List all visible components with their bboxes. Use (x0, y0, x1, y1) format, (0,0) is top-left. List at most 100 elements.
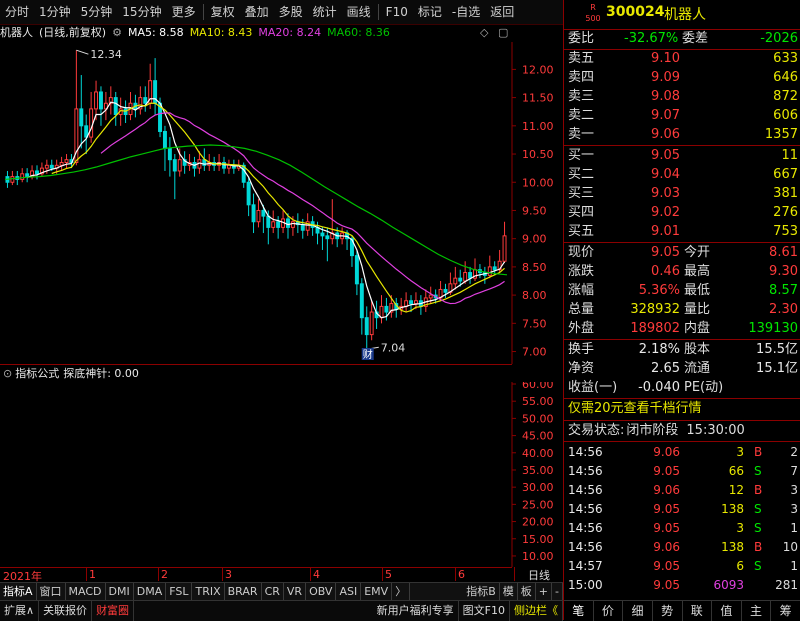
tick-count: 1 (790, 521, 798, 535)
quote-tab[interactable]: 值 (712, 601, 742, 621)
indicator-tick-label: 60.00 (522, 382, 554, 391)
quote-header: R 500 300024 机器人 (564, 0, 800, 28)
stat-value: 8.57 (769, 283, 798, 298)
chart-options-icon[interactable]: ◇ (480, 24, 488, 42)
candlestick-chart[interactable]: 12.00 11.50 11.00 10.50 10.00 9.50 9.00 8.50 8.0… (0, 42, 560, 364)
indicator-tick-label: 55.00 (522, 395, 554, 408)
multi-stock-button[interactable]: 多股 (274, 0, 308, 24)
candle-body (487, 266, 492, 276)
indicator-tab[interactable]: ASI (336, 583, 362, 600)
quote-tab[interactable]: 细 (623, 601, 653, 621)
ask-row[interactable]: 卖五 9.10 633 (564, 50, 800, 68)
indicator-tab[interactable]: DMI (106, 583, 134, 600)
f10-button[interactable]: F10 (381, 0, 413, 24)
bottom-right-item[interactable]: 侧边栏《 (510, 601, 563, 621)
period-button[interactable]: 日线 (514, 567, 563, 582)
bid-row[interactable]: 买一 9.05 11 (564, 147, 800, 165)
indicator-tab[interactable]: MACD (66, 583, 106, 600)
month-label: 3 (222, 568, 232, 581)
indicator-tab[interactable]: + (536, 583, 553, 600)
ask-row[interactable]: 卖二 9.07 606 (564, 107, 800, 125)
tick-volume: 6 (736, 559, 744, 573)
bottom-right-item[interactable]: 图文F10 (459, 601, 510, 621)
stat-value: 15.5亿 (756, 342, 798, 357)
price-tick-label: 9.50 (522, 204, 547, 217)
indicator-toggle-icon[interactable]: ⊙ (3, 367, 12, 380)
promo-link[interactable]: 仅需20元查看千档行情 (568, 400, 702, 418)
candle-body (98, 91, 103, 110)
stat-label: 收益(一) (568, 380, 618, 395)
bid-row[interactable]: 买五 9.01 753 (564, 223, 800, 241)
bottom-left-item[interactable]: 扩展∧ (0, 601, 40, 621)
indicator-tab[interactable]: 指标A (0, 583, 37, 600)
stock-code: 300024 (606, 4, 665, 20)
quote-tab[interactable]: 势 (653, 601, 683, 621)
indicator-tab[interactable]: 板 (518, 583, 536, 600)
bottom-left-item[interactable]: 关联报价 (39, 601, 93, 621)
indicator-tab[interactable]: 指标B (463, 583, 500, 600)
quote-tab[interactable]: 联 (683, 601, 713, 621)
quote-tab[interactable]: 筹 (771, 601, 800, 621)
indicator-tab[interactable]: EMV (361, 583, 393, 600)
indicator-tab[interactable]: 模 (500, 583, 518, 600)
tab-15min[interactable]: 15分钟 (117, 0, 166, 24)
tab-1min[interactable]: 1分钟 (34, 0, 76, 24)
tab-spacer (410, 583, 463, 600)
indicator-tab[interactable]: TRIX (192, 583, 225, 600)
ask-volume: 872 (773, 89, 798, 104)
indicator-tab[interactable]: FSL (166, 583, 193, 600)
tick-side: B (754, 540, 763, 554)
tab-intraday[interactable]: 分时 (0, 0, 34, 24)
tick-count: 3 (790, 483, 798, 497)
ask-row[interactable]: 卖四 9.09 646 (564, 69, 800, 87)
indicator-tab[interactable]: VR (284, 583, 307, 600)
indicator-tab[interactable]: - (552, 583, 563, 600)
quote-tab[interactable]: 笔 (564, 601, 594, 621)
tick-time: 14:56 (568, 464, 603, 478)
overlay-button[interactable]: 叠加 (240, 0, 274, 24)
mark-button[interactable]: 标记 (413, 0, 447, 24)
adjust-button[interactable]: 复权 (206, 0, 240, 24)
indicator-tab[interactable]: BRAR (225, 583, 262, 600)
indicator-tab[interactable]: 〉 (392, 583, 411, 600)
quote-tab[interactable]: 价 (594, 601, 624, 621)
bid-row[interactable]: 买二 9.04 667 (564, 166, 800, 184)
month-label: 4 (310, 568, 320, 581)
draw-line-button[interactable]: 画线 (342, 0, 376, 24)
tick-row: 14:56 9.06 3 B 2 (564, 443, 800, 461)
tab-5min[interactable]: 5分钟 (76, 0, 118, 24)
remove-watchlist-button[interactable]: -自选 (447, 0, 485, 24)
indicator-name[interactable]: 指标公式 (15, 367, 59, 380)
stat-value: 2.18% (638, 342, 680, 357)
indicator-chart[interactable]: 60.00 55.00 50.00 45.00 40.00 35.00 30.00 25.00… (0, 382, 560, 567)
ask-row[interactable]: 卖三 9.08 872 (564, 88, 800, 106)
candle-body (359, 283, 364, 319)
indicator-tab[interactable]: DMA (134, 583, 167, 600)
bid-row[interactable]: 买三 9.03 381 (564, 185, 800, 203)
ask-row[interactable]: 卖一 9.06 1357 (564, 126, 800, 144)
indicator-tab[interactable]: OBV (306, 583, 337, 600)
stat-label: PE(动) (684, 380, 724, 395)
candle-body (162, 130, 167, 149)
bottom-right-item[interactable]: 新用户福利专享 (373, 601, 459, 621)
candle-body (286, 218, 290, 228)
tick-price: 9.06 (653, 540, 680, 554)
stat-row: 总量 328932 量比 2.30 (564, 301, 800, 319)
bid-row[interactable]: 买四 9.02 276 (564, 204, 800, 222)
tick-count: 7 (790, 464, 798, 478)
chart-menu-icon[interactable]: ▢ (498, 24, 508, 42)
bid-volume: 667 (773, 167, 798, 182)
tick-price: 9.05 (653, 502, 680, 516)
quote-tab[interactable]: 主 (742, 601, 772, 621)
stats-button[interactable]: 统计 (308, 0, 342, 24)
indicator-tab[interactable]: CR (262, 583, 284, 600)
more-menu[interactable]: 更多 (167, 0, 201, 24)
back-button[interactable]: 返回 (485, 0, 519, 24)
indicator-tab[interactable]: 窗口 (37, 583, 66, 600)
bottom-left-item[interactable]: 财富圈 (92, 601, 135, 621)
ask-label: 卖四 (568, 70, 595, 85)
tick-time: 14:56 (568, 521, 603, 535)
ma20-line (100, 112, 505, 305)
candle-body (502, 235, 507, 262)
settings-icon[interactable]: ⚙ (112, 26, 122, 39)
